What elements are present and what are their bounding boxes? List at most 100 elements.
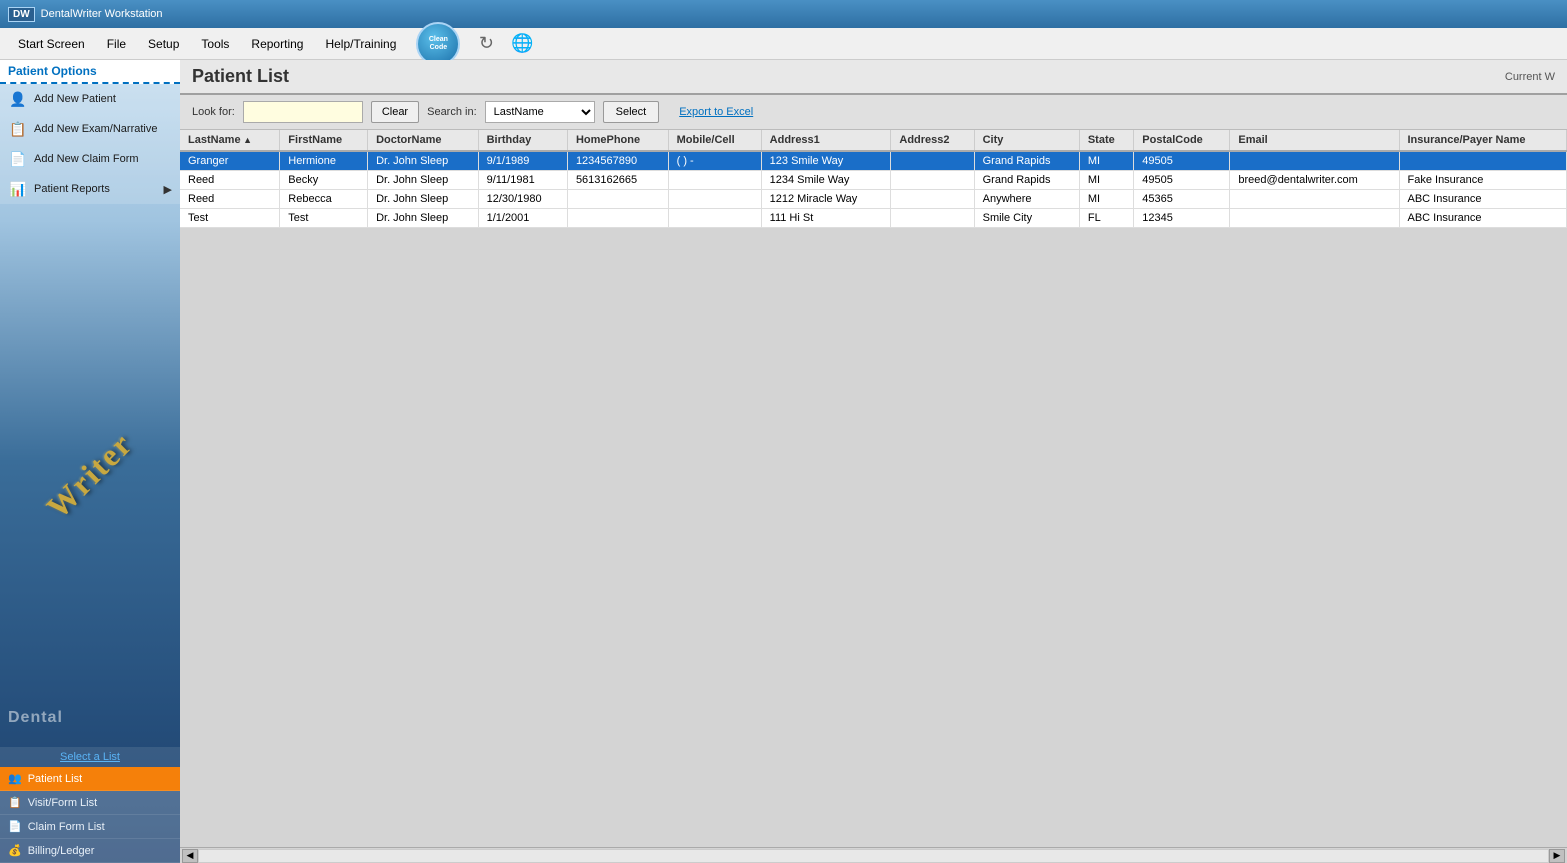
cell-mobileCell: [668, 171, 761, 190]
refresh-icon: ↻: [479, 33, 494, 54]
cell-homePhone: [567, 209, 668, 228]
content-header: Patient List Current W: [180, 60, 1567, 95]
cell-address2: [891, 209, 974, 228]
cell-email: breed@dentalwriter.com: [1230, 171, 1399, 190]
cell-insurancePayer: ABC Insurance: [1399, 209, 1567, 228]
col-lastname[interactable]: LastName: [180, 130, 280, 151]
patient-list-icon: 👥: [8, 772, 22, 785]
cell-state: MI: [1079, 151, 1133, 171]
cell-city: Smile City: [974, 209, 1079, 228]
menu-start-screen[interactable]: Start Screen: [8, 33, 95, 55]
add-new-claim-button[interactable]: 📄 Add New Claim Form: [0, 144, 180, 174]
add-new-exam-button[interactable]: 📋 Add New Exam/Narrative: [0, 114, 180, 144]
col-insurance[interactable]: Insurance/Payer Name: [1399, 130, 1567, 151]
select-button[interactable]: Select: [603, 101, 660, 123]
sidebar-item-visit-form-list[interactable]: 📋 Visit/Form List: [0, 791, 180, 815]
cell-state: FL: [1079, 209, 1133, 228]
col-state[interactable]: State: [1079, 130, 1133, 151]
table-row[interactable]: ReedRebeccaDr. John Sleep12/30/19801212 …: [180, 190, 1567, 209]
cell-birthday: 1/1/2001: [478, 209, 567, 228]
col-firstname[interactable]: FirstName: [280, 130, 368, 151]
col-mobilecell[interactable]: Mobile/Cell: [668, 130, 761, 151]
add-claim-icon: 📄: [8, 149, 28, 169]
clear-button[interactable]: Clear: [371, 101, 419, 123]
cell-insurancePayer: [1399, 151, 1567, 171]
patient-table-body: GrangerHermioneDr. John Sleep9/1/1989123…: [180, 151, 1567, 228]
cell-homePhone: [567, 190, 668, 209]
cell-city: Anywhere: [974, 190, 1079, 209]
col-postalcode[interactable]: PostalCode: [1134, 130, 1230, 151]
scroll-right-arrow[interactable]: ▶: [1549, 849, 1565, 863]
cell-address1: 123 Smile Way: [761, 151, 891, 171]
col-doctorname[interactable]: DoctorName: [368, 130, 479, 151]
reports-arrow: ▶: [164, 183, 172, 196]
sidebar-item-patient-list[interactable]: 👥 Patient List: [0, 767, 180, 791]
menu-icon-area: ↻ 🌐: [470, 30, 538, 58]
globe-icon-btn[interactable]: 🌐: [506, 30, 538, 58]
cell-firstName: Hermione: [280, 151, 368, 171]
globe-icon: 🌐: [511, 33, 533, 54]
cell-doctorName: Dr. John Sleep: [368, 209, 479, 228]
table-row[interactable]: TestTestDr. John Sleep1/1/2001111 Hi StS…: [180, 209, 1567, 228]
cell-doctorName: Dr. John Sleep: [368, 151, 479, 171]
app-title: DentalWriter Workstation: [41, 8, 163, 20]
settings-icon-btn[interactable]: ↻: [470, 30, 502, 58]
cell-lastName: Reed: [180, 171, 280, 190]
cell-postalCode: 49505: [1134, 171, 1230, 190]
visit-form-icon: 📋: [8, 796, 22, 809]
patient-reports-button[interactable]: 📊 Patient Reports ▶: [0, 174, 180, 204]
cell-mobileCell: ( ) -: [668, 151, 761, 171]
patient-options-header: Patient Options: [0, 60, 180, 84]
cell-birthday: 9/11/1981: [478, 171, 567, 190]
patient-table-container: LastName FirstName DoctorName Birthday H…: [180, 130, 1567, 847]
sidebar-item-billing-ledger[interactable]: 💰 Billing/Ledger: [0, 839, 180, 863]
cell-homePhone: 1234567890: [567, 151, 668, 171]
col-homephone[interactable]: HomePhone: [567, 130, 668, 151]
cell-email: [1230, 190, 1399, 209]
col-email[interactable]: Email: [1230, 130, 1399, 151]
cell-homePhone: 5613162665: [567, 171, 668, 190]
table-row[interactable]: GrangerHermioneDr. John Sleep9/1/1989123…: [180, 151, 1567, 171]
cell-birthday: 9/1/1989: [478, 151, 567, 171]
cell-lastName: Reed: [180, 190, 280, 209]
cell-postalCode: 49505: [1134, 151, 1230, 171]
export-to-excel-link[interactable]: Export to Excel: [679, 106, 753, 118]
clean-code-button[interactable]: Clean Code: [416, 22, 460, 66]
menu-reporting[interactable]: Reporting: [241, 33, 313, 55]
writer-logo-text: Writer: [40, 425, 141, 526]
cell-email: [1230, 209, 1399, 228]
cell-doctorName: Dr. John Sleep: [368, 190, 479, 209]
search-input[interactable]: [243, 101, 363, 123]
cell-postalCode: 12345: [1134, 209, 1230, 228]
cell-address1: 1212 Miracle Way: [761, 190, 891, 209]
cell-address1: 1234 Smile Way: [761, 171, 891, 190]
table-row[interactable]: ReedBeckyDr. John Sleep9/11/198156131626…: [180, 171, 1567, 190]
search-in-select[interactable]: LastName FirstName DoctorName Birthday: [485, 101, 595, 123]
billing-icon: 💰: [8, 844, 22, 857]
scroll-track[interactable]: [198, 849, 1549, 863]
cell-email: [1230, 151, 1399, 171]
table-header: LastName FirstName DoctorName Birthday H…: [180, 130, 1567, 151]
col-address2[interactable]: Address2: [891, 130, 974, 151]
add-exam-icon: 📋: [8, 119, 28, 139]
select-list-label[interactable]: Select a List: [0, 747, 180, 767]
add-new-patient-button[interactable]: 👤 Add New Patient: [0, 84, 180, 114]
menu-tools[interactable]: Tools: [191, 33, 239, 55]
menu-setup[interactable]: Setup: [138, 33, 189, 55]
col-birthday[interactable]: Birthday: [478, 130, 567, 151]
current-w-label: Current W: [1505, 71, 1555, 83]
cell-city: Grand Rapids: [974, 151, 1079, 171]
menu-file[interactable]: File: [97, 33, 136, 55]
scroll-left-arrow[interactable]: ◀: [182, 849, 198, 863]
horizontal-scrollbar[interactable]: ◀ ▶: [180, 847, 1567, 863]
title-bar: DW DentalWriter Workstation: [0, 0, 1567, 28]
search-bar: Look for: Clear Search in: LastName Firs…: [180, 95, 1567, 130]
menu-help-training[interactable]: Help/Training: [315, 33, 406, 55]
sidebar-item-claim-form-list[interactable]: 📄 Claim Form List: [0, 815, 180, 839]
content-area: Patient List Current W Look for: Clear S…: [180, 60, 1567, 863]
main-layout: Patient Options 👤 Add New Patient 📋 Add …: [0, 60, 1567, 863]
cell-address2: [891, 151, 974, 171]
col-address1[interactable]: Address1: [761, 130, 891, 151]
col-city[interactable]: City: [974, 130, 1079, 151]
cell-state: MI: [1079, 190, 1133, 209]
